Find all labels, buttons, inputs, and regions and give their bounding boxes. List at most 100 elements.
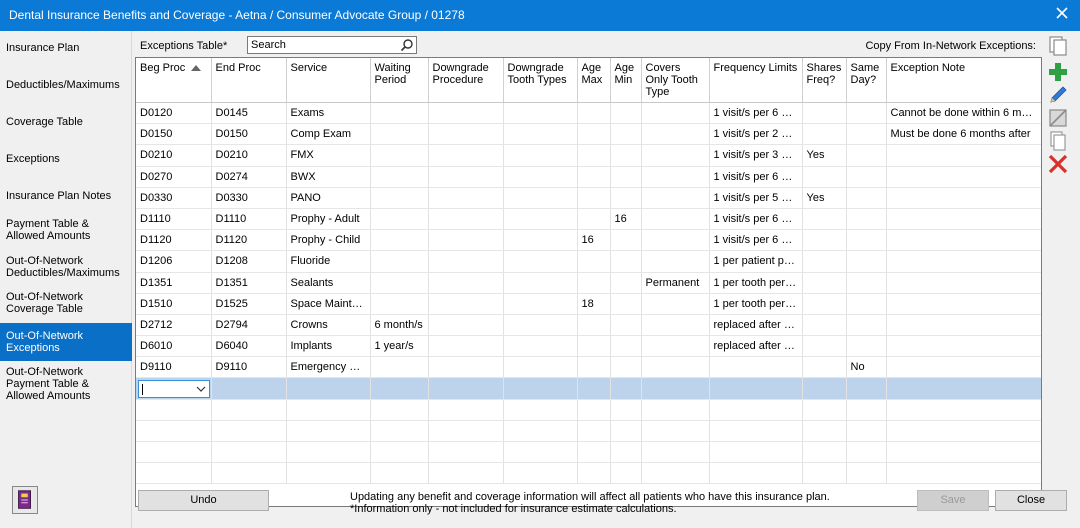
cell-shares-freq[interactable]: [802, 123, 847, 146]
new-entry-row[interactable]: [136, 377, 1041, 400]
col-header-beg-proc[interactable]: Beg Proc: [136, 58, 212, 103]
cell-end-proc[interactable]: D9110: [211, 356, 287, 379]
cell-beg-proc[interactable]: D9110: [136, 356, 212, 379]
table-row[interactable]: D0210 D0210 FMX 1 visit/s per 3 ye... Yes: [136, 144, 1041, 167]
cell-exception-note[interactable]: [886, 166, 1041, 188]
cell-same-day[interactable]: [846, 229, 887, 252]
cell-exception-note[interactable]: [886, 208, 1041, 231]
copy-icon[interactable]: [1047, 35, 1069, 57]
cell-age-min[interactable]: [610, 314, 642, 337]
cell-covers-only-tooth-type[interactable]: [641, 208, 710, 231]
cell-beg-proc[interactable]: D1510: [136, 293, 212, 315]
cell-age-max[interactable]: [577, 123, 611, 146]
table-row[interactable]: D1110 D1110 Prophy - Adult 16 1 visit/s per …: [136, 208, 1041, 231]
cell-age-max[interactable]: [577, 208, 611, 231]
cell-downgrade-tooth-types[interactable]: [503, 356, 578, 379]
cell-beg-proc[interactable]: D0150: [136, 123, 212, 146]
cell-same-day[interactable]: [846, 314, 887, 337]
cell-shares-freq[interactable]: [802, 356, 847, 379]
cell-downgrade-tooth-types[interactable]: [503, 314, 578, 337]
sidebar-item-exceptions[interactable]: Exceptions: [0, 148, 132, 170]
sidebar-item-oon-coverage-table[interactable]: Out-Of-Network Coverage Table: [0, 287, 132, 319]
table-row[interactable]: D9110 D9110 Emergency Extr No: [136, 356, 1041, 379]
cell-downgrade-tooth-types[interactable]: [503, 102, 578, 125]
cell-exception-note[interactable]: [886, 293, 1041, 315]
col-header-age-max[interactable]: Age Max: [577, 58, 611, 103]
cell-waiting-period[interactable]: [370, 123, 429, 146]
cell-frequency-limits[interactable]: 1 visit/s per 6 m...: [709, 208, 803, 231]
edit-icon[interactable]: [1047, 84, 1069, 106]
cell-same-day[interactable]: [846, 187, 887, 209]
table-row[interactable]: D1206 D1208 Fluoride 1 per patient per ...: [136, 250, 1041, 273]
cell-age-min[interactable]: [610, 123, 642, 146]
table-row[interactable]: D2712 D2794 Crowns 6 month/s replaced after …: [136, 314, 1041, 337]
sidebar-item-oon-exceptions[interactable]: Out-Of-Network Exceptions: [0, 323, 132, 361]
cell-age-max[interactable]: [577, 314, 611, 337]
cell-beg-proc[interactable]: D6010: [136, 335, 212, 358]
cell-service[interactable]: Prophy - Adult: [286, 208, 371, 231]
cell-age-min[interactable]: [610, 293, 642, 315]
cell-age-min[interactable]: [610, 166, 642, 188]
cell-exception-note[interactable]: [886, 229, 1041, 252]
cell-end-proc[interactable]: D0150: [211, 123, 287, 146]
cell-downgrade-tooth-types[interactable]: [503, 293, 578, 315]
col-header-exception-note[interactable]: Exception Note: [886, 58, 1041, 103]
cell-exception-note[interactable]: [886, 356, 1041, 379]
cell-covers-only-tooth-type[interactable]: [641, 314, 710, 337]
cell-age-min[interactable]: [610, 187, 642, 209]
cell-waiting-period[interactable]: 1 year/s: [370, 335, 429, 358]
cell-frequency-limits[interactable]: replaced after 10...: [709, 335, 803, 358]
col-header-waiting-period[interactable]: Waiting Period: [370, 58, 429, 103]
sidebar-item-insurance-plan[interactable]: Insurance Plan: [0, 37, 132, 59]
sidebar-item-deductibles-maximums[interactable]: Deductibles/Maximums: [0, 74, 132, 96]
col-header-frequency-limits[interactable]: Frequency Limits: [709, 58, 803, 103]
cell-age-max[interactable]: 16: [577, 229, 611, 252]
search-icon[interactable]: [400, 38, 414, 52]
cell-end-proc[interactable]: D1525: [211, 293, 287, 315]
cell-age-min[interactable]: [610, 335, 642, 358]
cell-same-day[interactable]: No: [846, 356, 887, 379]
cell-covers-only-tooth-type[interactable]: [641, 102, 710, 125]
cell-covers-only-tooth-type[interactable]: [641, 123, 710, 146]
cell-covers-only-tooth-type[interactable]: [641, 335, 710, 358]
cell-service[interactable]: Space Maintaine: [286, 293, 371, 315]
cell-downgrade-tooth-types[interactable]: [503, 123, 578, 146]
cell-downgrade-procedure[interactable]: [428, 250, 504, 273]
table-row[interactable]: D0120 D0145 Exams 1 visit/s per 6 m... Canno…: [136, 102, 1041, 125]
cell-frequency-limits[interactable]: [709, 356, 803, 379]
col-header-covers-only-tooth-type[interactable]: Covers Only Tooth Type: [641, 58, 710, 103]
cell-service[interactable]: Implants: [286, 335, 371, 358]
cell-downgrade-procedure[interactable]: [428, 335, 504, 358]
cell-beg-proc[interactable]: D2712: [136, 314, 212, 337]
col-header-age-min[interactable]: Age Min: [610, 58, 642, 103]
table-row[interactable]: D1120 D1120 Prophy - Child 16 1 visit/s per …: [136, 229, 1041, 252]
cell-downgrade-procedure[interactable]: [428, 123, 504, 146]
cell-shares-freq[interactable]: [802, 208, 847, 231]
cell-beg-proc[interactable]: D0270: [136, 166, 212, 188]
col-header-end-proc[interactable]: End Proc: [211, 58, 287, 103]
cell-shares-freq[interactable]: [802, 166, 847, 188]
cell-end-proc[interactable]: D0145: [211, 102, 287, 125]
col-header-shares-freq[interactable]: Shares Freq?: [802, 58, 847, 103]
cell-exception-note[interactable]: Must be done 6 months after: [886, 123, 1041, 146]
cell-exception-note[interactable]: Cannot be done within 6 months: [886, 102, 1041, 125]
cell-exception-note[interactable]: [886, 335, 1041, 358]
cell-covers-only-tooth-type[interactable]: [641, 144, 710, 167]
cell-waiting-period[interactable]: [370, 229, 429, 252]
add-icon[interactable]: [1047, 61, 1069, 83]
cell-service[interactable]: Prophy - Child: [286, 229, 371, 252]
sidebar-item-insurance-plan-notes[interactable]: Insurance Plan Notes: [0, 185, 132, 207]
cell-end-proc[interactable]: D6040: [211, 335, 287, 358]
cell-covers-only-tooth-type[interactable]: [641, 187, 710, 209]
cell-beg-proc[interactable]: D1206: [136, 250, 212, 273]
sidebar-item-oon-deductibles[interactable]: Out-Of-Network Deductibles/Maximums: [0, 251, 132, 283]
cell-waiting-period[interactable]: [370, 293, 429, 315]
cell-covers-only-tooth-type[interactable]: Permanent: [641, 272, 710, 294]
save-button[interactable]: Save: [917, 490, 989, 511]
cell-waiting-period[interactable]: [370, 187, 429, 209]
cell-covers-only-tooth-type[interactable]: [641, 293, 710, 315]
cell-waiting-period[interactable]: [370, 166, 429, 188]
cell-downgrade-procedure[interactable]: [428, 293, 504, 315]
cell-downgrade-procedure[interactable]: [428, 229, 504, 252]
cell-downgrade-tooth-types[interactable]: [503, 187, 578, 209]
